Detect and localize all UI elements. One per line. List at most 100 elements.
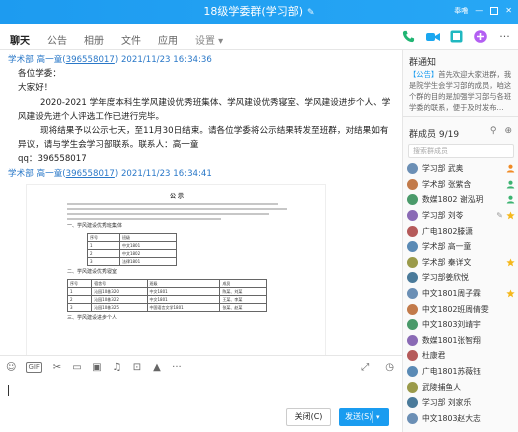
avatar[interactable] (407, 225, 418, 237)
document-heading: 公 示 (169, 192, 185, 200)
video-icon[interactable] (425, 29, 440, 44)
more-icon[interactable]: ··· (497, 29, 512, 44)
phone-icon[interactable] (401, 29, 416, 44)
message-line: 2020-2021 学年度本科生学风建设优秀班集体、学风建设优秀寝室、学风建设进… (18, 97, 391, 122)
add-app-icon[interactable] (473, 29, 488, 44)
owner-badge-icon (506, 164, 515, 173)
tab-files[interactable]: 文件 (121, 32, 141, 47)
send-label: 发送(S) (345, 412, 373, 421)
avatar[interactable] (407, 350, 418, 362)
history-icon[interactable]: ◷ (385, 362, 394, 373)
pencil-icon[interactable]: ✎ (307, 1, 315, 25)
bell-icon[interactable]: ▲ (152, 362, 162, 373)
member-name: 中文1803赵大志 (422, 413, 481, 423)
image-icon[interactable]: ▣ (92, 362, 102, 373)
tab-chat[interactable]: 聊天 (10, 32, 30, 47)
member-item[interactable]: 杜康君 (407, 348, 517, 364)
table-cell: 中国语言文学1801 (146, 302, 221, 312)
avatar[interactable] (407, 194, 418, 206)
send-button[interactable]: 发送(S) ▾ (339, 408, 389, 426)
member-item[interactable]: 数媒1801张智翔 (407, 333, 517, 349)
search-icon[interactable]: ⚲ (490, 126, 497, 136)
member-name: 学习部 武奥 (422, 164, 464, 174)
member-item[interactable]: 中文1801周子霖 (407, 286, 517, 302)
notice-title[interactable]: 群通知 (409, 55, 436, 68)
member-item[interactable]: 学习部姜欣悦 (407, 270, 517, 286)
member-item[interactable]: 学习部 刘家乐 (407, 395, 517, 411)
music-icon[interactable]: ♫ (112, 362, 122, 373)
text-line (67, 212, 270, 215)
member-item[interactable]: 学习部 武奥 (407, 161, 517, 177)
member-item[interactable]: 学术部 秦详文 (407, 255, 517, 271)
group-name[interactable]: 18级学委群(学习部) (203, 5, 303, 18)
avatar[interactable] (407, 366, 418, 378)
sender-qq[interactable]: 396558017 (66, 169, 115, 179)
document-section: 一、学风建设优秀班集体 (67, 222, 123, 229)
avatar[interactable] (407, 288, 418, 300)
message-image[interactable]: 公 示 一、学风建设优秀班集体 序号 班级 1 中文1801 2 中文1802 3 法律… (26, 183, 326, 355)
member-item[interactable]: 广电1802滕潇 (407, 223, 517, 239)
table-cell: 2 (66, 294, 93, 304)
tab-album[interactable]: 相册 (84, 32, 104, 47)
title-bar: 18级学委群(学习部) ✎ 奉噜 — ✕ (0, 0, 518, 24)
member-name: 中文1802班周倩雯 (422, 304, 489, 314)
tab-notice[interactable]: 公告 (47, 32, 67, 47)
send-options-icon[interactable]: ▾ (376, 408, 380, 426)
member-item[interactable]: 中文1803刘靖宇 (407, 317, 517, 333)
table-cell: 宿舍号 (91, 278, 148, 288)
member-item[interactable]: 学术部 张紫含 (407, 177, 517, 193)
member-item[interactable]: 数媒1802 谢泓玥 (407, 192, 517, 208)
document-section: 三、学风建设进步个人 (67, 314, 118, 321)
screenshot-icon[interactable]: ⊡ (132, 362, 142, 373)
table-cell: 沁园10栋320 (91, 286, 148, 296)
avatar[interactable] (407, 334, 418, 346)
window-title[interactable]: 18级学委群(学习部) ✎ (0, 0, 518, 24)
avatar[interactable] (407, 381, 418, 393)
close-button[interactable]: 关闭(C) (286, 408, 331, 426)
member-name: 广电1801苏薇钰 (422, 367, 481, 377)
expand-icon[interactable]: ⤢ (361, 362, 369, 373)
avatar[interactable] (407, 210, 418, 222)
more-icon[interactable]: ··· (172, 362, 182, 373)
minimize-icon[interactable]: — (475, 5, 483, 17)
notice-body[interactable]: 【公告】首先欢迎大家进群，我是院学生会学习部的成员，咱这个群的目的是加强学习部与… (409, 69, 515, 113)
member-item[interactable]: 武陵捕鱼人 (407, 379, 517, 395)
chat-messages: 学术部 高一童(396558017) 2021/11/23 16:34:36 各… (0, 50, 402, 355)
member-item[interactable]: 广电1801苏薇钰 (407, 364, 517, 380)
avatar[interactable] (407, 412, 418, 424)
message-input[interactable] (8, 385, 9, 396)
avatar[interactable] (407, 163, 418, 175)
text-line (67, 202, 279, 205)
member-name: 杜康君 (422, 351, 446, 361)
maximize-icon[interactable] (490, 7, 499, 15)
avatar[interactable] (407, 256, 418, 268)
avatar[interactable] (407, 241, 418, 253)
folder-icon[interactable]: ▭ (72, 362, 82, 373)
sender-name[interactable]: 学术部 高一童 (8, 169, 62, 179)
sender-qq[interactable]: 396558017 (66, 55, 115, 65)
screen-share-icon[interactable] (449, 29, 464, 44)
emoji-icon[interactable]: ☺ (6, 362, 16, 373)
member-item[interactable]: 学术部 高一童 (407, 239, 517, 255)
sender-name[interactable]: 学术部 高一童 (8, 55, 62, 65)
close-icon[interactable]: ✕ (505, 5, 512, 17)
feather-icon[interactable]: 奉噜 (454, 5, 468, 17)
member-item[interactable]: 中文1802班周倩雯 (407, 301, 517, 317)
avatar[interactable] (407, 319, 418, 331)
add-member-icon[interactable]: ⊕ (504, 126, 512, 136)
avatar[interactable] (407, 178, 418, 190)
members-title: 群成员 9/19 (409, 127, 459, 140)
gif-icon[interactable]: GIF (26, 362, 42, 373)
member-item[interactable]: 学习部 刘苓 ✎ (407, 208, 517, 224)
avatar[interactable] (407, 272, 418, 284)
message-header: 学术部 高一童(396558017) 2021/11/23 16:34:41 (8, 168, 212, 179)
member-item[interactable]: 中文1803赵大志 (407, 411, 517, 427)
avatar[interactable] (407, 303, 418, 315)
member-search-input[interactable]: 搜索群成员 (408, 144, 514, 158)
table-cell: 1 (87, 240, 120, 250)
tab-settings[interactable]: 设置 ▾ (195, 32, 223, 47)
edit-icon[interactable]: ✎ (496, 211, 503, 220)
avatar[interactable] (407, 397, 418, 409)
scissors-icon[interactable]: ✂ (52, 362, 62, 373)
tab-apps[interactable]: 应用 (158, 32, 178, 47)
